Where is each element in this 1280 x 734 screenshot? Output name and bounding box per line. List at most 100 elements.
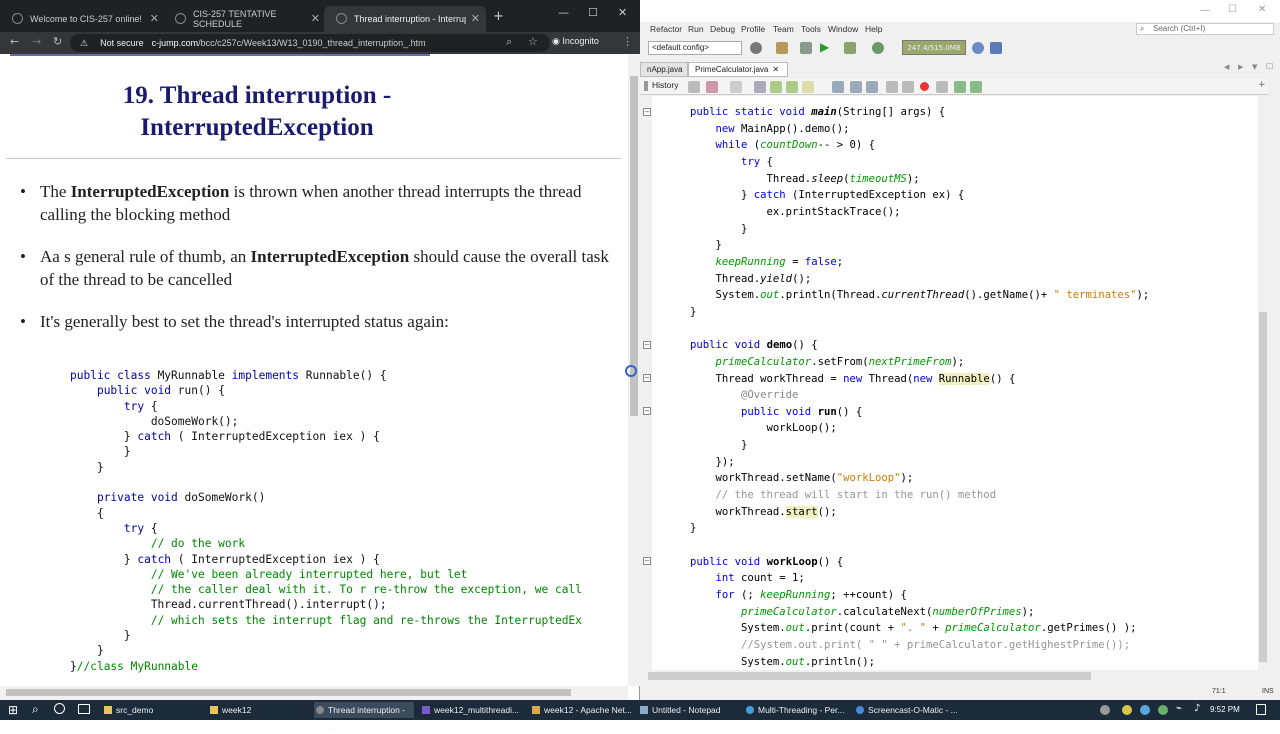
- find-next-icon[interactable]: [786, 81, 798, 93]
- volume-icon[interactable]: ♪: [1194, 703, 1200, 714]
- close-icon[interactable]: ✕: [311, 12, 320, 25]
- cortana-icon[interactable]: [54, 703, 65, 714]
- record-macro-icon[interactable]: [920, 82, 929, 91]
- browser-tab-welcome[interactable]: Welcome to CIS-257 online! ✕: [0, 6, 165, 32]
- code-editor[interactable]: − − − − − public static void main(String…: [640, 96, 1258, 670]
- run-icon[interactable]: ▶: [820, 40, 829, 54]
- menu-run[interactable]: Run: [688, 24, 704, 34]
- menu-debug[interactable]: Debug: [710, 24, 735, 34]
- taskbar-item-week12[interactable]: week12: [208, 702, 308, 718]
- scrollbar-thumb[interactable]: [648, 672, 1091, 680]
- taskbar-item-notepad[interactable]: Untitled - Notepad: [638, 702, 738, 718]
- taskbar-item-chrome[interactable]: Thread interruption - ...: [314, 702, 414, 731]
- network-icon[interactable]: ⌁: [1176, 703, 1182, 714]
- tray-icon[interactable]: [1140, 705, 1150, 715]
- zoom-icon[interactable]: ⌕: [506, 35, 512, 49]
- menu-help[interactable]: Help: [865, 24, 882, 34]
- tray-icon[interactable]: [1122, 705, 1132, 715]
- menu-refactor[interactable]: Refactor: [650, 24, 682, 34]
- taskbar-item-src-demo[interactable]: src_demo: [102, 702, 202, 718]
- shift-right-icon[interactable]: [902, 81, 914, 93]
- clock[interactable]: 9:52 PM: [1210, 705, 1240, 714]
- config-select[interactable]: <default config>: [648, 41, 742, 55]
- new-tab-icon[interactable]: +: [493, 9, 504, 24]
- tray-icon[interactable]: [1100, 705, 1110, 715]
- address-bar[interactable]: ⚠ Not secure c-jump.com/bcc/c257c/Week13…: [70, 34, 550, 52]
- back-icon[interactable]: [730, 81, 742, 93]
- source-icon[interactable]: [688, 81, 700, 93]
- search-icon[interactable]: ⌕: [32, 702, 39, 717]
- toggle-highlight-icon[interactable]: [802, 81, 814, 93]
- forward-icon[interactable]: →: [32, 35, 41, 48]
- close-window-icon[interactable]: ✕: [1258, 4, 1266, 15]
- task-view-icon[interactable]: [78, 704, 90, 714]
- editor-vertical-scrollbar[interactable]: [1258, 96, 1268, 670]
- menu-tools[interactable]: Tools: [801, 24, 821, 34]
- file-tab-primecalculator[interactable]: PrimeCalculator.java ✕: [688, 62, 788, 77]
- file-tab-mainapp[interactable]: nApp.java✕: [640, 62, 693, 77]
- tab-list-icon[interactable]: ▼: [1252, 63, 1257, 71]
- comment-icon[interactable]: [954, 81, 966, 93]
- uncomment-icon[interactable]: [970, 81, 982, 93]
- browser-tab-schedule[interactable]: CIS-257 TENTATIVE SCHEDULE ✕: [163, 6, 326, 32]
- editor-horizontal-scrollbar[interactable]: [640, 670, 1258, 682]
- browser-tab-bar: Welcome to CIS-257 online! ✕ CIS-257 TEN…: [0, 0, 640, 32]
- build-icon[interactable]: [750, 42, 762, 54]
- fold-icon[interactable]: −: [643, 108, 651, 116]
- history-button[interactable]: History: [652, 80, 678, 90]
- fold-icon[interactable]: −: [643, 557, 651, 565]
- incognito-indicator[interactable]: ◉ Incognito: [552, 36, 599, 47]
- close-icon[interactable]: ✕: [471, 12, 480, 25]
- stop-macro-icon[interactable]: [936, 81, 948, 93]
- warning-icon: ⚠: [80, 37, 89, 48]
- reload-icon[interactable]: ↻: [53, 35, 62, 48]
- close-icon[interactable]: ✕: [772, 65, 779, 74]
- menu-window[interactable]: Window: [828, 24, 858, 34]
- notifications-icon[interactable]: [1256, 704, 1266, 715]
- taskbar-item-perl[interactable]: Multi-Threading - Per...: [744, 702, 850, 718]
- clean-build-icon[interactable]: [776, 42, 788, 54]
- find-icon[interactable]: [754, 81, 766, 93]
- scrollbar-thumb[interactable]: [6, 689, 571, 696]
- next-bookmark-icon[interactable]: [850, 81, 862, 93]
- browser-tab-thread-interruption[interactable]: Thread interruption - Interrupted ✕: [324, 6, 486, 32]
- minimize-icon[interactable]: —: [558, 6, 569, 19]
- bookmark-star-icon[interactable]: ☆: [528, 35, 538, 48]
- close-icon[interactable]: ✕: [150, 12, 159, 25]
- fold-icon[interactable]: −: [643, 374, 651, 382]
- prev-bookmark-icon[interactable]: [832, 81, 844, 93]
- fold-icon[interactable]: −: [643, 341, 651, 349]
- maximize-icon[interactable]: ☐: [588, 6, 598, 19]
- tab-scroll-left-icon[interactable]: ◀: [1224, 63, 1229, 71]
- taskbar-item-netbeans[interactable]: week12 - Apache Net...: [530, 702, 634, 718]
- tray-icon[interactable]: [1158, 705, 1168, 715]
- find-prev-icon[interactable]: [770, 81, 782, 93]
- back-icon[interactable]: ←: [10, 35, 19, 48]
- scrollbar-thumb[interactable]: [1259, 312, 1267, 662]
- menu-profile[interactable]: Profile: [741, 24, 765, 34]
- restore-window-icon[interactable]: ☐: [1266, 62, 1273, 71]
- windows-start-icon[interactable]: ⊞: [8, 703, 18, 717]
- tab-scroll-right-icon[interactable]: ▶: [1238, 63, 1243, 71]
- fold-icon[interactable]: −: [643, 407, 651, 415]
- taskbar-item-screencast[interactable]: Screencast-O-Matic - ...: [854, 702, 960, 718]
- horizontal-scrollbar[interactable]: [0, 686, 628, 700]
- expand-icon[interactable]: +: [1258, 80, 1266, 90]
- last-edit-icon[interactable]: [706, 81, 718, 93]
- ide-search-input[interactable]: ⌕ Search (Ctrl+I): [1136, 23, 1274, 35]
- toggle-bookmark-icon[interactable]: [866, 81, 878, 93]
- shift-left-icon[interactable]: [886, 81, 898, 93]
- maximize-icon[interactable]: ☐: [1228, 4, 1237, 15]
- memory-indicator[interactable]: 247.4/515.0MB: [902, 40, 966, 55]
- close-window-icon[interactable]: ✕: [618, 6, 627, 19]
- menu-dots-icon[interactable]: ⋮: [622, 35, 633, 48]
- menu-team[interactable]: Team: [773, 24, 794, 34]
- taskbar-item-vscode[interactable]: week12_multithreadi...: [420, 702, 524, 718]
- profile-icon[interactable]: [872, 42, 884, 54]
- hammer-icon[interactable]: [800, 42, 812, 54]
- minimize-icon[interactable]: —: [1200, 5, 1210, 16]
- gc-icon[interactable]: [972, 42, 984, 54]
- camera-icon[interactable]: [990, 42, 1002, 54]
- debug-icon[interactable]: [844, 42, 856, 54]
- security-label[interactable]: Not secure: [100, 38, 144, 48]
